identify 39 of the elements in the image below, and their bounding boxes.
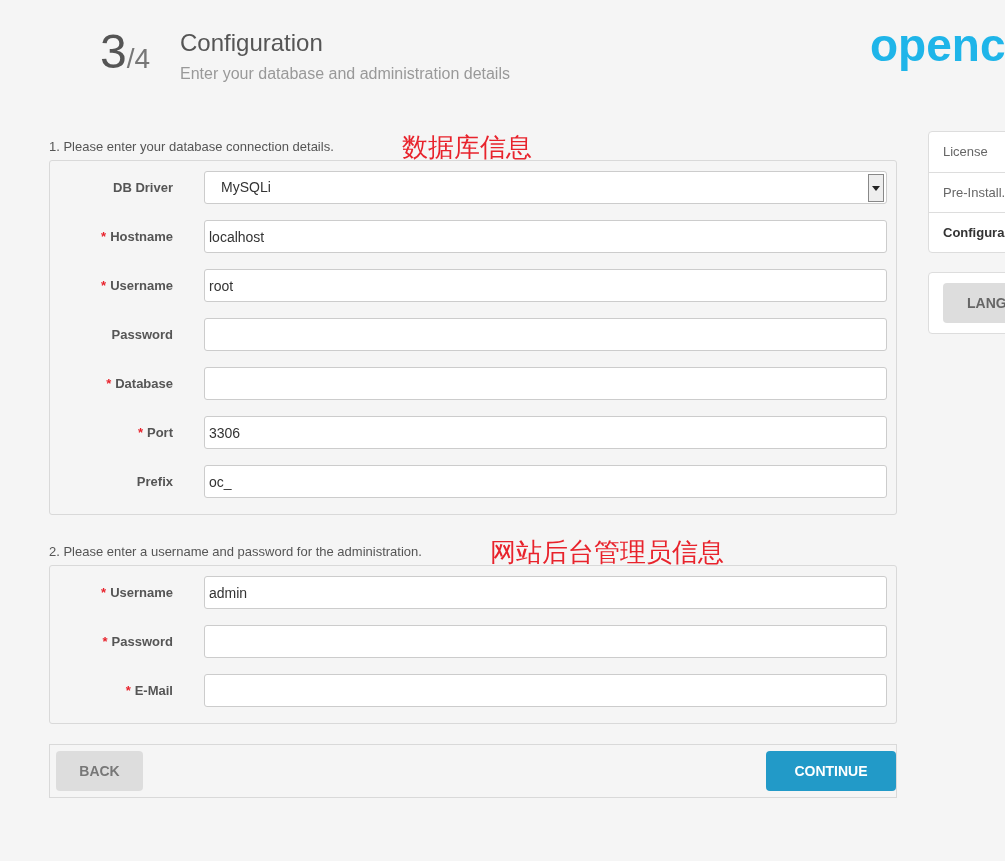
input-field[interactable]: [204, 318, 887, 351]
input-field[interactable]: [204, 367, 887, 400]
field-label: Database: [115, 374, 173, 393]
required-mark: *: [137, 423, 143, 442]
required-mark: *: [101, 227, 107, 246]
language-button[interactable]: LANG: [943, 283, 1005, 323]
input-field[interactable]: localhost: [204, 220, 887, 253]
input-field[interactable]: admin: [204, 576, 887, 609]
required-mark: *: [125, 681, 131, 700]
page-subtitle: Enter your database and administration details: [180, 64, 510, 84]
field-label: DB Driver: [113, 178, 173, 197]
field-label: Port: [147, 423, 173, 442]
field-label: E-Mail: [134, 681, 173, 700]
input-field[interactable]: 3306: [204, 416, 887, 449]
select-field[interactable]: MySQLi: [204, 171, 887, 204]
input-field[interactable]: oc_: [204, 465, 887, 498]
field-label: Username: [110, 583, 173, 602]
annotation: 数据库信息: [401, 134, 532, 160]
page-title: Configuration: [180, 28, 324, 58]
input-field[interactable]: root: [204, 269, 887, 302]
input-field[interactable]: [204, 625, 887, 658]
required-mark: *: [106, 374, 112, 393]
section-heading: 2. Please enter a username and password for the administration.: [49, 542, 422, 561]
step-item[interactable]: Pre-Install.: [929, 172, 1005, 212]
input-field[interactable]: [204, 674, 887, 707]
required-mark: *: [102, 632, 108, 651]
field-label: Prefix: [136, 472, 173, 491]
required-mark: *: [101, 276, 107, 295]
field-label: Password: [111, 632, 173, 651]
annotation: 网站后台管理员信息: [489, 539, 724, 565]
field-label: Username: [110, 276, 173, 295]
required-mark: *: [101, 583, 107, 602]
field-label: Hostname: [110, 227, 173, 246]
step-item[interactable]: License: [929, 132, 1005, 172]
step-number: 3: [100, 28, 127, 76]
step-total: /4: [126, 45, 151, 73]
step-item[interactable]: Configura: [929, 212, 1005, 252]
field-label: Password: [111, 325, 173, 344]
section-heading: 1. Please enter your database connection details.: [49, 137, 334, 156]
